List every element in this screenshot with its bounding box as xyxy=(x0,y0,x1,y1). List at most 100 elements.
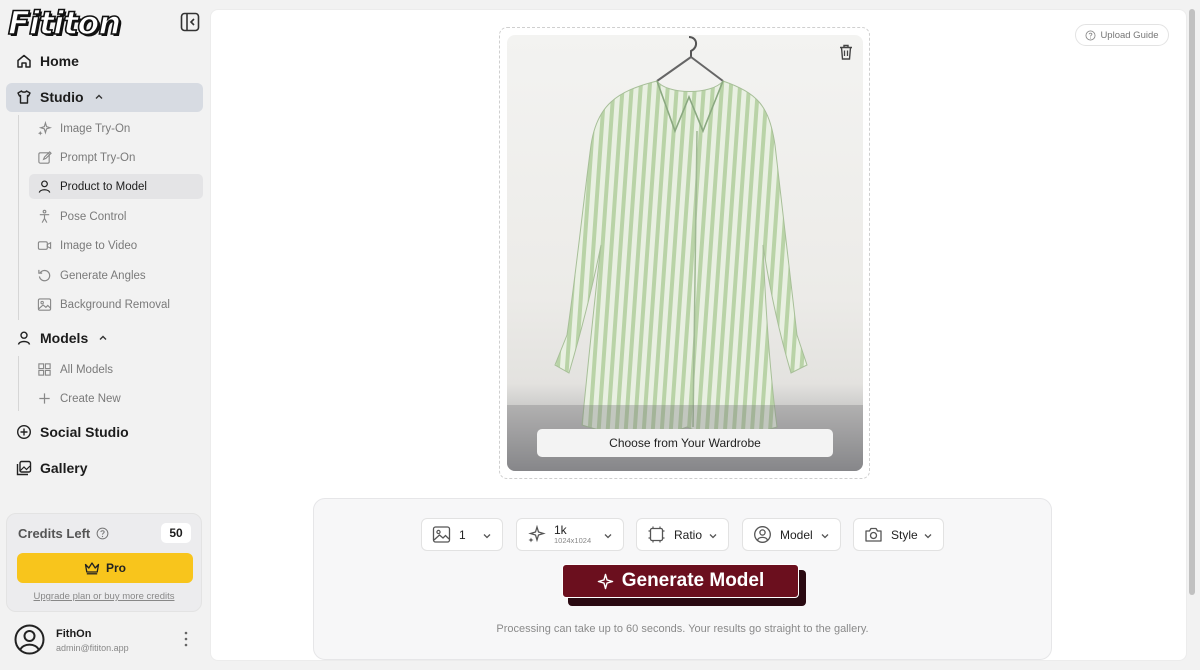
sidebar-item-background-removal[interactable]: Background Removal xyxy=(29,292,203,317)
resolution-value: 1k 1024x1024 xyxy=(554,524,591,545)
studio-submenu: Image Try-On Prompt Try-On Product to Mo… xyxy=(18,115,203,320)
generate-model-button[interactable]: Generate Model xyxy=(562,564,799,598)
nav-gallery[interactable]: Gallery xyxy=(16,460,87,476)
edit-icon xyxy=(38,151,52,164)
nav-gallery-label: Gallery xyxy=(40,460,88,476)
sidebar-item-pose-control[interactable]: Pose Control xyxy=(29,204,203,229)
chevron-down-icon xyxy=(924,534,932,539)
main-panel: Upload Guide Choose from Your Wardrobe 1… xyxy=(210,9,1187,661)
sidebar-item-label: Generate Angles xyxy=(60,269,146,282)
ratio-select[interactable]: Ratio xyxy=(636,518,729,551)
nav-social-studio[interactable]: Social Studio xyxy=(16,424,129,440)
pro-button[interactable]: Pro xyxy=(17,553,193,583)
sidebar-toggle-icon[interactable] xyxy=(180,12,200,32)
credits-card: Credits Left 50 Pro Upgrade plan or buy … xyxy=(6,513,202,612)
resolution-select[interactable]: 1k 1024x1024 xyxy=(516,518,624,551)
help-circle-icon[interactable] xyxy=(96,527,109,540)
nav-home-label: Home xyxy=(40,53,79,69)
image-icon xyxy=(432,526,451,543)
sidebar-item-image-try-on[interactable]: Image Try-On xyxy=(29,116,203,141)
plus-icon xyxy=(39,393,50,404)
trash-icon[interactable] xyxy=(837,43,855,61)
chevron-down-icon xyxy=(709,534,717,539)
user-email: admin@fititon.app xyxy=(56,643,129,653)
generate-model-label: Generate Model xyxy=(621,570,765,591)
credits-title-label: Credits Left xyxy=(18,526,91,541)
upgrade-link[interactable]: Upgrade plan or buy more credits xyxy=(7,591,201,602)
credits-title: Credits Left xyxy=(18,526,109,541)
grid-icon xyxy=(38,363,51,376)
user-icon xyxy=(38,180,51,193)
upload-guide-button[interactable]: Upload Guide xyxy=(1075,24,1169,46)
camera-icon xyxy=(865,527,882,542)
user-profile[interactable]: FithOn admin@fititon.app xyxy=(14,624,200,656)
crop-icon xyxy=(648,526,665,543)
models-submenu: All Models Create New xyxy=(18,356,121,411)
nav-models[interactable]: Models xyxy=(16,330,108,346)
image-count-select[interactable]: 1 xyxy=(421,518,503,551)
product-image: Choose from Your Wardrobe xyxy=(507,35,863,471)
processing-note: Processing can take up to 60 seconds. Yo… xyxy=(496,623,869,635)
resolution-label: 1k xyxy=(554,523,567,538)
sidebar-item-label: Pose Control xyxy=(60,210,127,223)
sparkles-icon xyxy=(597,573,614,589)
sidebar: Fititon Home Studio Image Try-On Prompt … xyxy=(0,0,210,670)
style-select[interactable]: Style xyxy=(853,518,944,551)
upload-guide-label: Upload Guide xyxy=(1100,29,1159,41)
sidebar-item-label: Prompt Try-On xyxy=(60,151,136,164)
user-icon xyxy=(17,331,31,345)
help-circle-icon xyxy=(1085,30,1096,40)
product-upload-zone[interactable]: Choose from Your Wardrobe xyxy=(499,27,870,479)
sidebar-item-label: Product to Model xyxy=(60,180,147,193)
sidebar-item-product-to-model[interactable]: Product to Model xyxy=(29,174,203,199)
nav-social-studio-label: Social Studio xyxy=(40,424,129,440)
sidebar-item-generate-angles[interactable]: Generate Angles xyxy=(29,263,203,288)
chevron-down-icon xyxy=(483,534,491,539)
sidebar-item-label: All Models xyxy=(60,363,114,376)
sidebar-item-prompt-try-on[interactable]: Prompt Try-On xyxy=(29,145,203,170)
user-name: FithOn xyxy=(56,628,92,640)
chevron-down-icon xyxy=(604,534,612,539)
figure-icon xyxy=(39,209,50,223)
sidebar-item-label: Image to Video xyxy=(60,239,138,252)
style-label: Style xyxy=(891,527,918,542)
add-circle-icon xyxy=(16,424,32,440)
nav-home[interactable]: Home xyxy=(16,53,79,69)
user-circle-icon xyxy=(754,526,771,543)
model-label: Model xyxy=(780,527,813,542)
choose-wardrobe-button[interactable]: Choose from Your Wardrobe xyxy=(537,429,833,457)
chevron-down-icon xyxy=(821,534,829,539)
image-count-value: 1 xyxy=(459,527,466,542)
crown-icon xyxy=(84,562,100,575)
sidebar-item-image-to-video[interactable]: Image to Video xyxy=(29,233,203,258)
pro-button-label: Pro xyxy=(105,561,126,575)
nav-models-label: Models xyxy=(40,330,89,346)
credits-count: 50 xyxy=(161,523,191,543)
sidebar-item-create-new[interactable]: Create New xyxy=(29,386,203,411)
generation-controls: 1 1k 1024x1024 Ratio Model Style Generat… xyxy=(313,498,1052,660)
sidebar-item-all-models[interactable]: All Models xyxy=(29,357,203,382)
sparkles-icon xyxy=(37,121,52,136)
image-icon xyxy=(37,298,52,311)
ratio-label: Ratio xyxy=(674,527,703,542)
shirt-on-hanger-illustration xyxy=(507,36,863,471)
avatar xyxy=(14,624,45,655)
sidebar-item-label: Create New xyxy=(60,392,121,405)
brand-logo[interactable]: Fititon xyxy=(7,3,122,43)
model-select[interactable]: Model xyxy=(742,518,841,551)
nav-studio-label: Studio xyxy=(40,89,84,105)
sparkles-icon xyxy=(528,525,546,543)
sidebar-item-label: Background Removal xyxy=(60,298,170,311)
rotate-icon xyxy=(38,269,51,282)
gallery-icon xyxy=(16,460,32,476)
page-scrollbar[interactable] xyxy=(1189,9,1195,595)
shirt-icon xyxy=(17,90,31,104)
nav-studio[interactable]: Studio xyxy=(16,89,104,105)
chevron-up-icon xyxy=(99,335,107,340)
resolution-sublabel: 1024x1024 xyxy=(554,536,592,546)
home-icon xyxy=(17,54,31,68)
video-icon xyxy=(37,241,52,250)
sidebar-item-label: Image Try-On xyxy=(60,122,131,135)
chevron-up-icon xyxy=(95,94,103,99)
more-vertical-icon[interactable] xyxy=(182,630,190,648)
